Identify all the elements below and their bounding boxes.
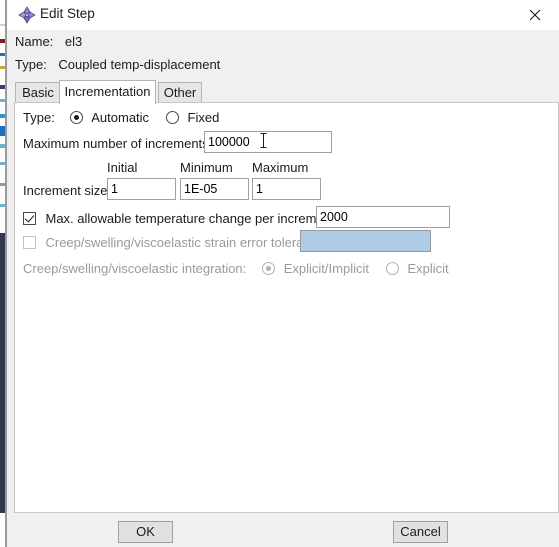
abaqus-diamond-icon [18,6,36,24]
creep-integration-row: Creep/swelling/viscoelastic integration:… [23,261,449,276]
max-temp-change-input[interactable] [316,206,450,228]
step-type-label: Type: [15,57,47,72]
radio-fixed[interactable] [166,111,180,124]
radio-automatic-label: Automatic [91,110,150,125]
step-name-label: Name: [15,34,54,49]
increment-size-label: Increment size: [23,183,112,198]
tab-incrementation[interactable]: Incrementation [59,80,156,104]
creep-tolerance-input[interactable] [300,230,431,252]
column-header-maximum: Maximum [252,160,309,175]
step-type-value: Coupled temp-displacement [58,57,221,72]
creep-integration-label: Creep/swelling/viscoelastic integration: [23,261,247,276]
background-app-sliver [0,0,7,547]
window-title: Edit Step [40,6,95,21]
increment-maximum-input[interactable] [252,178,321,200]
column-header-initial: Initial [107,160,138,175]
step-name-value: el3 [64,34,83,49]
radio-automatic[interactable] [69,111,83,124]
increment-minimum-input[interactable] [180,178,249,200]
tab-other[interactable]: Other [158,82,202,103]
radio-explicit-label: Explicit [407,261,449,276]
radio-explicit[interactable] [385,262,399,275]
ok-button[interactable]: OK [118,521,173,543]
radio-explicit-implicit[interactable] [262,262,276,275]
increment-initial-input[interactable] [107,178,176,200]
step-type-row: Type: Coupled temp-displacement [15,57,220,72]
incrementation-panel: Type: Automatic Fixed Maximum number of … [14,102,559,513]
step-name-row: Name: el3 [15,34,82,49]
tab-strip: Basic Incrementation Other [14,80,559,104]
column-header-minimum: Minimum [180,160,233,175]
close-icon[interactable] [513,0,559,30]
dialog-button-bar: OK Cancel [7,514,559,547]
title-bar: Edit Step [7,0,559,30]
increment-size-label-wrap: Increment size: [23,183,111,198]
edit-step-dialog: Edit Step Name: el3 Type: Coupled temp-d… [7,0,559,547]
cancel-button[interactable]: Cancel [393,521,448,543]
max-increments-label-wrap: Maximum number of increments: [23,136,212,151]
max-temp-change-label: Max. allowable temperature change per in… [45,211,339,226]
tab-basic[interactable]: Basic [15,82,61,103]
creep-tolerance-label: Creep/swelling/viscoelastic strain error… [45,235,328,250]
max-increments-label: Maximum number of increments: [23,136,213,151]
max-increments-input[interactable] [204,131,332,153]
max-temp-change-row: Max. allowable temperature change per in… [23,211,338,226]
creep-tolerance-row: Creep/swelling/viscoelastic strain error… [23,235,328,250]
radio-explicit-implicit-label: Explicit/Implicit [283,261,369,276]
checkbox-creep-tolerance[interactable] [23,236,36,249]
type-radio-row: Type: Automatic Fixed [23,110,219,125]
radio-fixed-label: Fixed [187,110,220,125]
checkbox-max-temp-change[interactable] [23,212,36,225]
type-label: Type: [23,110,55,125]
